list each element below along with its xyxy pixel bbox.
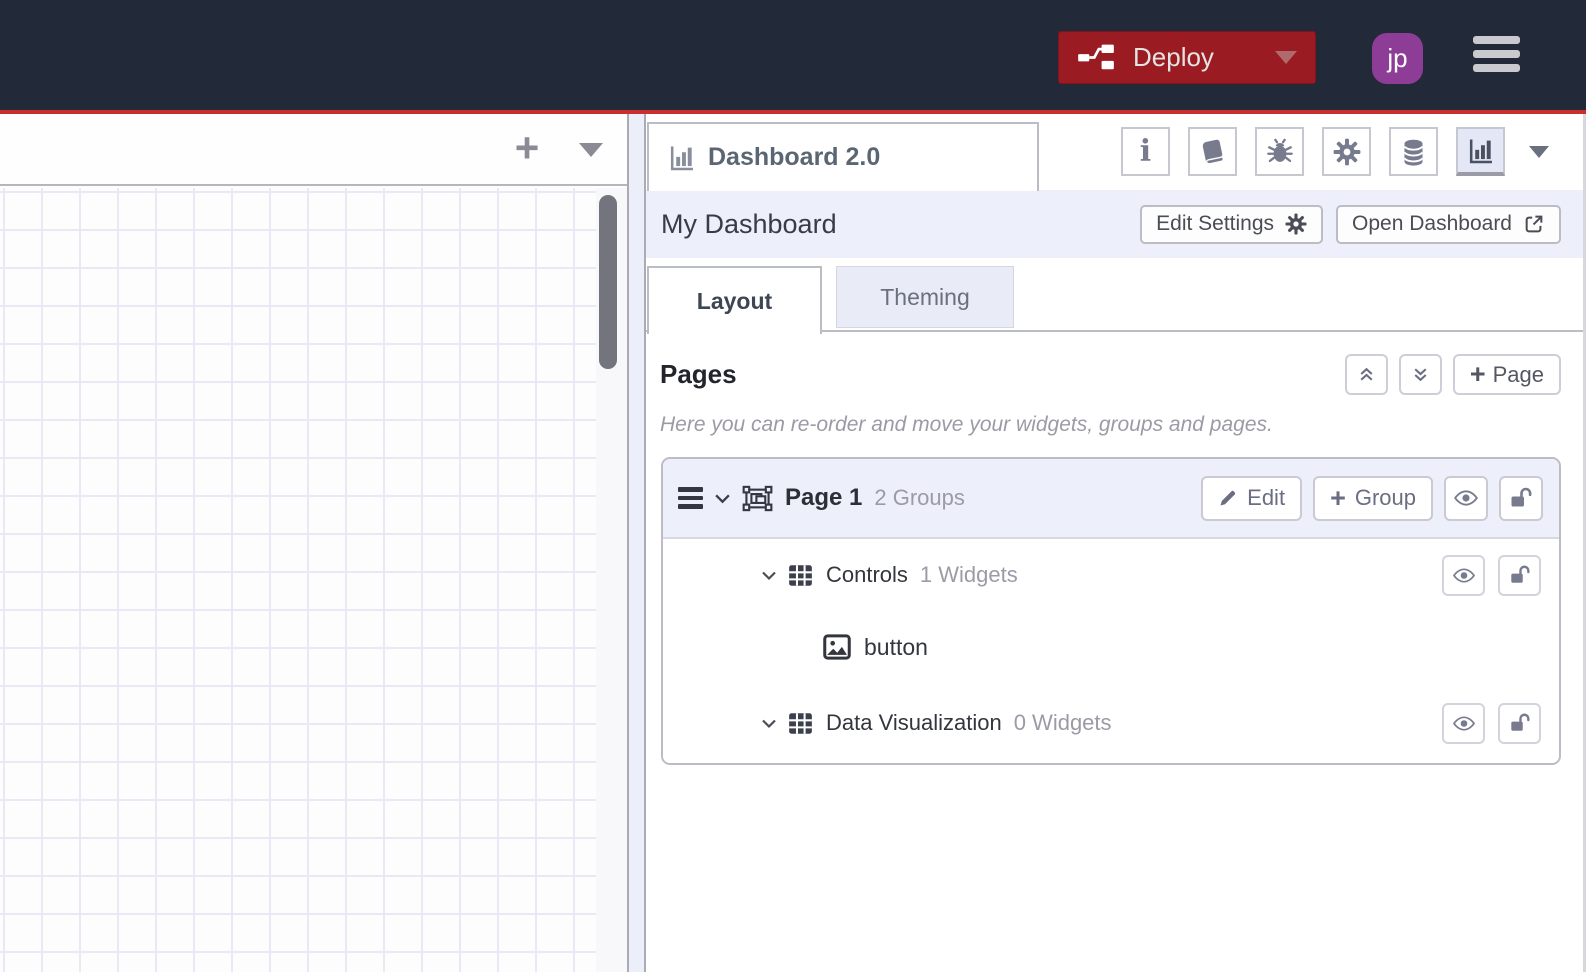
pages-description: Here you can re-order and move your widg… bbox=[660, 413, 1273, 436]
group-meta: 0 Widgets bbox=[1013, 710, 1112, 735]
plus-icon: + bbox=[1330, 482, 1346, 513]
node-red-editor: Deploy jp + Dashboard 2.0 i My Dashboard… bbox=[0, 0, 1586, 972]
widget-row-button[interactable]: button bbox=[663, 621, 1559, 673]
unlock-icon bbox=[1509, 564, 1531, 586]
tab-dashboard-2[interactable]: Dashboard 2.0 bbox=[647, 122, 1039, 191]
sidebar-header: Dashboard 2.0 i bbox=[646, 114, 1583, 191]
plus-icon: + bbox=[1469, 359, 1486, 389]
top-header: Deploy jp bbox=[0, 0, 1586, 110]
chevron-down-icon[interactable] bbox=[714, 493, 731, 504]
expand-all-button[interactable] bbox=[1398, 354, 1442, 395]
eye-icon bbox=[1452, 715, 1476, 732]
add-page-button[interactable]: + Page bbox=[1452, 354, 1561, 395]
flow-list-button[interactable] bbox=[579, 143, 604, 157]
page-row[interactable]: Page 1 2 Groups Edit + Group bbox=[663, 459, 1559, 539]
main-menu-button[interactable] bbox=[1473, 36, 1520, 78]
help-tab-button[interactable] bbox=[1188, 127, 1237, 176]
config-nodes-tab-button[interactable] bbox=[1322, 127, 1371, 176]
add-flow-button[interactable]: + bbox=[507, 126, 547, 172]
sidebar-panel: Dashboard 2.0 i My Dashboard Edit Settin… bbox=[646, 114, 1586, 972]
deploy-button[interactable]: Deploy bbox=[1058, 31, 1316, 84]
open-dashboard-button[interactable]: Open Dashboard bbox=[1336, 204, 1561, 244]
image-icon bbox=[823, 634, 851, 660]
pages-section: Pages + Page Here you can re-order and m… bbox=[646, 332, 1583, 765]
deploy-icon bbox=[1077, 43, 1115, 72]
eye-icon bbox=[1453, 489, 1479, 507]
context-data-tab-button[interactable] bbox=[1389, 127, 1438, 176]
group-visibility-button[interactable] bbox=[1442, 702, 1485, 744]
gear-icon bbox=[1285, 213, 1307, 235]
pages-heading: Pages bbox=[660, 359, 737, 389]
double-chevron-down-icon bbox=[1409, 363, 1432, 386]
sidebar-menu-caret-icon[interactable] bbox=[1529, 145, 1549, 158]
page-lock-button[interactable] bbox=[1499, 475, 1543, 521]
canvas-scrollbar-thumb[interactable] bbox=[599, 195, 618, 369]
book-icon bbox=[1199, 138, 1226, 165]
bug-icon bbox=[1266, 138, 1294, 166]
add-group-button[interactable]: + Group bbox=[1313, 475, 1433, 521]
dashboard-tab-button[interactable] bbox=[1456, 127, 1505, 176]
group-name: Controls bbox=[826, 562, 908, 587]
user-avatar[interactable]: jp bbox=[1372, 33, 1423, 84]
tab-theming[interactable]: Theming bbox=[836, 266, 1014, 328]
page-meta: 2 Groups bbox=[874, 485, 965, 510]
double-chevron-up-icon bbox=[1355, 363, 1378, 386]
pencil-icon bbox=[1218, 488, 1238, 508]
info-tab-button[interactable]: i bbox=[1121, 127, 1170, 176]
canvas-scrollbar-track[interactable] bbox=[596, 188, 628, 972]
dashboard-subheader: My Dashboard Edit Settings Open Dashboar… bbox=[646, 190, 1583, 258]
object-group-icon bbox=[742, 485, 773, 512]
flow-canvas[interactable] bbox=[0, 188, 597, 972]
flow-workspace: + bbox=[0, 114, 628, 972]
sidebar-tab-label: Dashboard 2.0 bbox=[708, 143, 881, 171]
bar-chart-icon bbox=[1466, 137, 1496, 165]
group-lock-button[interactable] bbox=[1498, 554, 1541, 596]
tab-layout[interactable]: Layout bbox=[647, 266, 822, 334]
pages-tree-panel: Page 1 2 Groups Edit + Group Controls 1 … bbox=[661, 457, 1561, 765]
groups-list: Controls 1 Widgets button Data Visualiza… bbox=[663, 539, 1559, 763]
group-row-data-visualization[interactable]: Data Visualization 0 Widgets bbox=[663, 695, 1559, 751]
external-link-icon bbox=[1523, 213, 1545, 235]
unlock-icon bbox=[1509, 712, 1531, 734]
widget-name: button bbox=[864, 633, 928, 660]
edit-settings-button[interactable]: Edit Settings bbox=[1140, 204, 1324, 244]
deploy-label: Deploy bbox=[1133, 42, 1214, 72]
bar-chart-icon bbox=[667, 144, 697, 172]
info-icon: i bbox=[1139, 133, 1152, 169]
group-meta: 1 Widgets bbox=[919, 562, 1018, 587]
deploy-caret-icon[interactable] bbox=[1275, 51, 1297, 64]
drag-handle-icon[interactable] bbox=[678, 487, 703, 509]
unlock-icon bbox=[1509, 486, 1533, 510]
chevron-down-icon[interactable] bbox=[761, 570, 777, 581]
page-name: Page 1 bbox=[785, 484, 863, 511]
gear-icon bbox=[1333, 138, 1361, 166]
group-visibility-button[interactable] bbox=[1442, 554, 1485, 596]
collapse-all-button[interactable] bbox=[1344, 354, 1388, 395]
sidebar-splitter[interactable] bbox=[627, 114, 646, 972]
hamburger-icon bbox=[1473, 36, 1520, 44]
table-grid-icon bbox=[788, 712, 813, 735]
group-lock-button[interactable] bbox=[1498, 702, 1541, 744]
eye-icon bbox=[1452, 567, 1476, 584]
table-grid-icon bbox=[788, 564, 813, 587]
database-icon bbox=[1400, 137, 1427, 166]
edit-page-button[interactable]: Edit bbox=[1201, 475, 1303, 521]
group-row-controls[interactable]: Controls 1 Widgets bbox=[663, 547, 1559, 603]
debug-tab-button[interactable] bbox=[1255, 127, 1304, 176]
chevron-down-icon[interactable] bbox=[761, 718, 777, 729]
group-name: Data Visualization bbox=[826, 710, 1002, 735]
flow-tab-bar: + bbox=[0, 114, 628, 186]
dashboard-title: My Dashboard bbox=[661, 208, 837, 239]
sidebar-subtabs: Layout Theming bbox=[646, 258, 1583, 334]
page-visibility-button[interactable] bbox=[1444, 475, 1488, 521]
sidebar-toolbar: i bbox=[1121, 127, 1549, 176]
